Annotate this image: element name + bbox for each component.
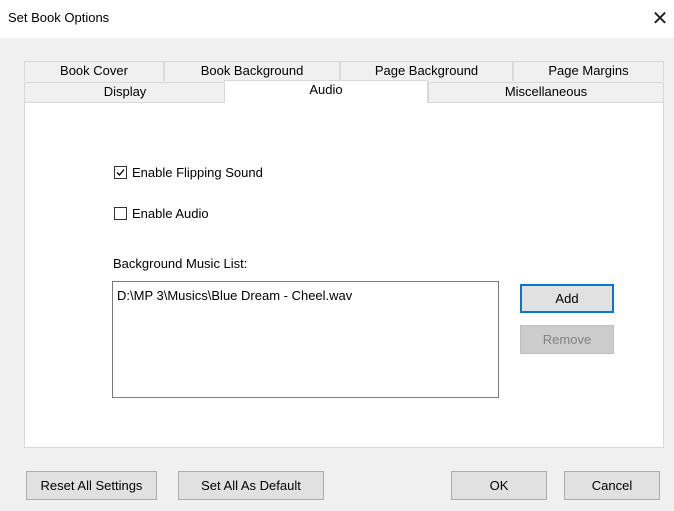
tab-miscellaneous[interactable]: Miscellaneous [428, 82, 664, 102]
tab-book-background[interactable]: Book Background [164, 61, 340, 81]
tab-audio[interactable]: Audio [224, 80, 428, 103]
ok-button[interactable]: OK [451, 471, 547, 500]
close-icon[interactable]: ✕ [646, 6, 674, 32]
set-all-as-default-button[interactable]: Set All As Default [178, 471, 324, 500]
tab-page-background[interactable]: Page Background [340, 61, 513, 81]
window-title: Set Book Options [8, 10, 110, 25]
tab-label: Miscellaneous [504, 84, 588, 99]
checkmark-icon [116, 169, 125, 176]
remove-button[interactable]: Remove [520, 325, 614, 354]
enable-audio-checkbox-row[interactable]: Enable Audio [114, 206, 209, 221]
tab-label: Audio [309, 82, 343, 97]
tab-display[interactable]: Display [24, 82, 226, 102]
tab-book-cover[interactable]: Book Cover [24, 61, 164, 81]
add-button[interactable]: Add [520, 284, 614, 313]
tab-label: Page Margins [548, 63, 629, 78]
tab-label: Page Background [374, 63, 479, 78]
tab-label: Book Cover [60, 63, 128, 78]
list-item[interactable]: D:\MP 3\Musics\Blue Dream - Cheel.wav [117, 288, 352, 303]
enable-audio-checkbox[interactable] [114, 207, 127, 220]
flip-sound-label: Enable Flipping Sound [132, 165, 263, 180]
enable-audio-label: Enable Audio [132, 206, 209, 221]
flip-sound-checkbox[interactable] [114, 166, 127, 179]
cancel-button[interactable]: Cancel [564, 471, 660, 500]
music-list-label: Background Music List: [113, 256, 248, 271]
music-listbox[interactable]: D:\MP 3\Musics\Blue Dream - Cheel.wav [112, 281, 499, 398]
tab-label: Book Background [200, 63, 304, 78]
reset-all-settings-button[interactable]: Reset All Settings [26, 471, 157, 500]
tab-page-margins[interactable]: Page Margins [513, 61, 664, 81]
title-bar[interactable]: Set Book Options ✕ [0, 0, 674, 38]
tab-label: Display [103, 84, 147, 99]
flip-sound-checkbox-row[interactable]: Enable Flipping Sound [114, 165, 263, 180]
